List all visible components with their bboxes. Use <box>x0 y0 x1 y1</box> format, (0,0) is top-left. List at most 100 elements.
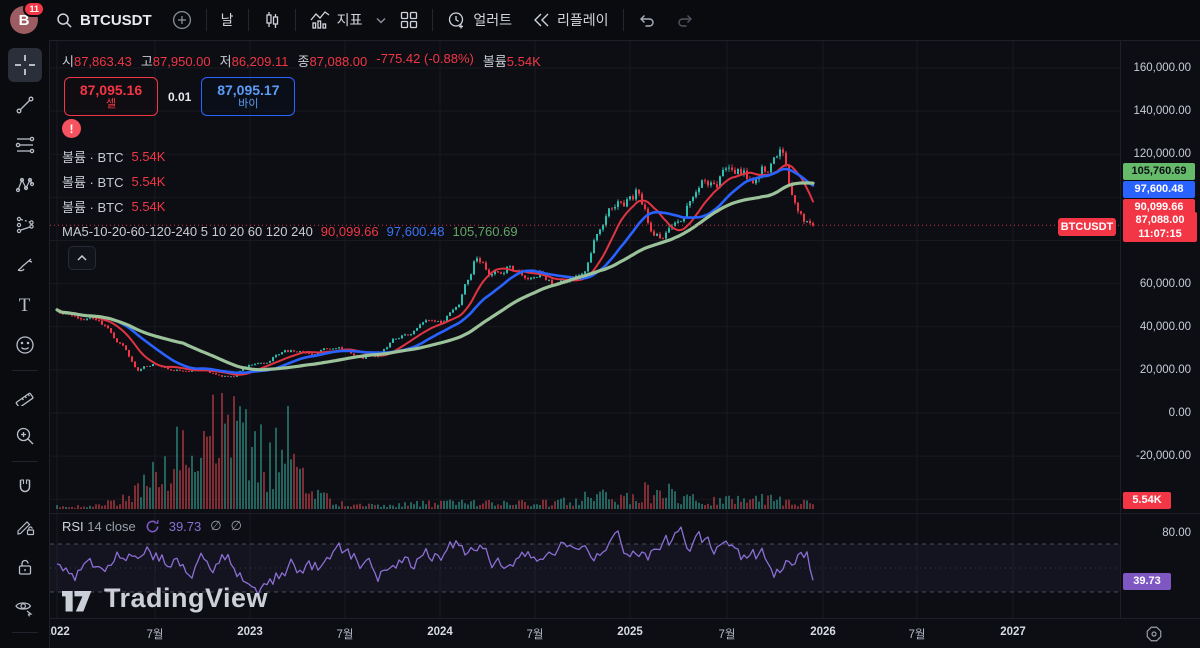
replay-label: 리플레이 <box>557 10 609 30</box>
chevron-down-icon <box>376 17 386 24</box>
compare-add-button[interactable] <box>162 4 202 36</box>
price-axis[interactable]: 160,000.00140,000.00120,000.0060,000.004… <box>1120 40 1200 618</box>
spread-value: 0.01 <box>164 88 195 106</box>
brush-tool[interactable] <box>8 248 42 282</box>
alert-label: 얼러트 <box>473 10 512 30</box>
replay-icon <box>532 12 550 28</box>
buy-button[interactable]: 87,095.17 바이 <box>201 77 295 116</box>
settings-gear-icon[interactable] <box>1143 623 1165 645</box>
fib-retracement-tool[interactable] <box>8 128 42 162</box>
sidebar-divider <box>12 370 38 371</box>
high-label: 고 <box>141 54 153 69</box>
tradingview-logo-icon <box>62 586 94 612</box>
time-tick: 7월 <box>719 626 736 642</box>
watermark-text: TradingView <box>104 583 268 614</box>
volume-value: 5.54K <box>507 54 541 69</box>
redo-icon <box>676 13 694 27</box>
time-tick: 7월 <box>527 626 544 642</box>
ma-value-60: 90,099.66 <box>321 224 379 239</box>
volume-indicator-row[interactable]: 볼륨 · BTC 5.54K <box>62 144 518 169</box>
price-tick: 80.00 <box>1162 527 1191 539</box>
indicator-legend: 볼륨 · BTC 5.54K 볼륨 · BTC 5.54K 볼륨 · BTC 5… <box>62 144 518 244</box>
price-tick: 60,000.00 <box>1140 278 1191 290</box>
replay-button[interactable]: 리플레이 <box>522 4 619 36</box>
time-axis[interactable]: 20227월20237월20247월20257월20267월2027 <box>50 618 1200 648</box>
alert-button[interactable]: 얼러트 <box>437 4 522 36</box>
open-label: 시 <box>62 54 74 69</box>
sidebar-divider <box>12 461 38 462</box>
tradingview-app: B 11 BTCUSDT 날 <box>0 0 1200 648</box>
change-value: -775.42 (-0.88%) <box>376 51 474 70</box>
lock-all-tool[interactable] <box>8 550 42 584</box>
sell-label: 셀 <box>106 98 116 110</box>
drawing-edit-lock-tool[interactable] <box>8 510 42 544</box>
price-tick: 120,000.00 <box>1133 148 1191 160</box>
price-tick: 40,000.00 <box>1140 321 1191 333</box>
toolbar-divider <box>623 9 624 31</box>
time-tick: 7월 <box>337 626 354 642</box>
undo-icon <box>638 13 656 27</box>
rsi-settings-icon[interactable]: ∅ <box>231 518 242 534</box>
notification-badge: 11 <box>23 1 45 17</box>
price-tick: 0.00 <box>1169 407 1191 419</box>
trend-line-tool[interactable] <box>8 88 42 122</box>
time-tick: 7월 <box>147 626 164 642</box>
xabcd-pattern-tool[interactable] <box>8 168 42 202</box>
indicator-templates-button[interactable] <box>372 4 390 36</box>
layout-grid-button[interactable] <box>390 4 428 36</box>
ma-value-120: 97,600.48 <box>387 224 445 239</box>
sell-button[interactable]: 87,095.16 셀 <box>64 77 158 116</box>
low-value: 86,209.11 <box>232 54 289 69</box>
time-tick: 2024 <box>427 626 453 638</box>
symbol-search-button[interactable]: BTCUSDT <box>46 4 162 36</box>
ma-label: MA5-10-20-60-120-240 5 10 20 60 120 240 <box>62 224 313 239</box>
top-toolbar: B 11 BTCUSDT 날 <box>0 0 1200 41</box>
magnet-tool[interactable] <box>8 470 42 504</box>
undo-button[interactable] <box>628 4 666 36</box>
rsi-pane-header: RSI 14 close 39.73 ∅ ∅ <box>62 518 242 534</box>
pane-separator[interactable] <box>50 513 1200 514</box>
volume-indicator-row[interactable]: 볼륨 · BTC 5.54K <box>62 194 518 219</box>
time-tick: 2023 <box>237 626 263 638</box>
zoom-in-tool[interactable] <box>8 419 42 453</box>
price-axis-tag: 39.73 <box>1123 573 1171 590</box>
low-label: 저 <box>220 54 232 69</box>
symbol-price-tag: BTCUSDT <box>1058 218 1116 236</box>
indicators-icon <box>310 11 330 29</box>
text-tool[interactable]: T <box>8 288 42 322</box>
price-tick: 20,000.00 <box>1140 364 1191 376</box>
sell-price: 87,095.16 <box>80 83 142 98</box>
interval-button[interactable]: 날 <box>211 4 244 36</box>
hide-drawings-tool[interactable] <box>8 590 42 624</box>
high-value: 87,950.00 <box>153 54 211 69</box>
price-axis-tag: 105,760.69 <box>1123 163 1195 180</box>
crosshair-tool[interactable] <box>8 48 42 82</box>
rsi-title: RSI 14 close <box>62 519 136 534</box>
close-value: 87,088.00 <box>309 54 367 69</box>
collapse-legend-button[interactable] <box>68 246 96 270</box>
warning-icon[interactable]: ! <box>62 119 81 138</box>
interval-label: 날 <box>221 10 234 30</box>
emoji-tool[interactable] <box>8 328 42 362</box>
avatar[interactable]: B 11 <box>10 6 38 34</box>
prediction-tool[interactable] <box>8 208 42 242</box>
measure-ruler-tool[interactable] <box>8 379 42 413</box>
indicators-button[interactable]: 지표 <box>300 4 373 36</box>
toolbar-divider <box>248 9 249 31</box>
chart-style-button[interactable] <box>253 4 291 36</box>
search-icon <box>56 12 73 29</box>
ma-value-240: 105,760.69 <box>452 224 517 239</box>
volume-indicator-row[interactable]: 볼륨 · BTC 5.54K <box>62 169 518 194</box>
rsi-hide-icon[interactable]: ∅ <box>210 518 221 534</box>
time-tick: 2025 <box>617 626 643 638</box>
redo-button[interactable] <box>666 4 704 36</box>
sidebar-divider <box>12 632 38 633</box>
buy-label: 바이 <box>238 98 258 110</box>
rsi-refresh-icon[interactable] <box>145 519 160 534</box>
drawing-toolbar: T <box>0 40 50 648</box>
trade-widget: 87,095.16 셀 0.01 87,095.17 바이 <box>64 77 295 116</box>
alert-clock-icon <box>447 11 466 30</box>
price-tick: 160,000.00 <box>1133 62 1191 74</box>
ma-indicator-row[interactable]: MA5-10-20-60-120-240 5 10 20 60 120 240 … <box>62 219 518 244</box>
price-axis-tag: 5.54K <box>1123 492 1171 509</box>
